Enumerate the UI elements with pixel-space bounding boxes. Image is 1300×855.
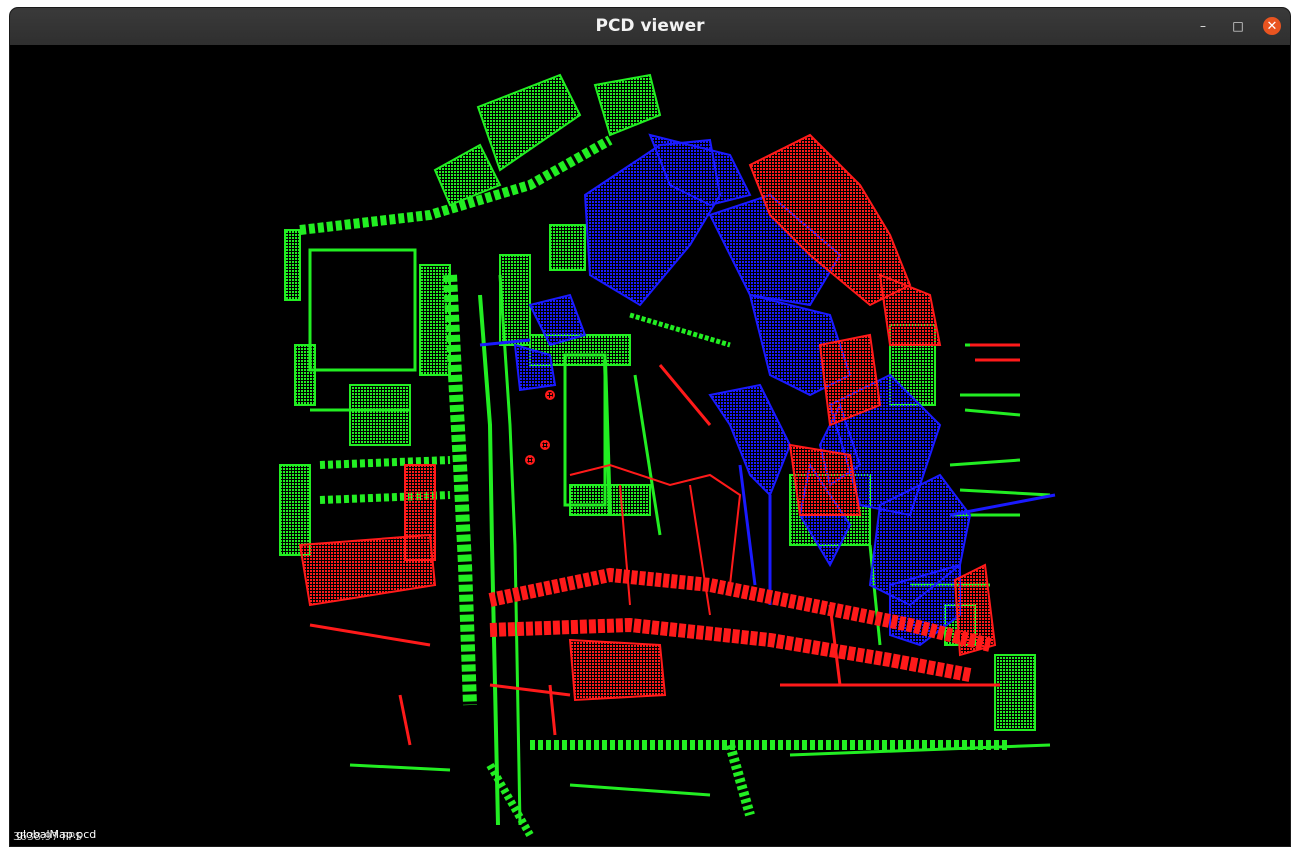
maximize-icon: □ xyxy=(1232,19,1244,33)
point-cloud-render xyxy=(279,73,1056,837)
close-button[interactable]: ✕ xyxy=(1263,17,1281,35)
filename-label: globalMap.pcd xyxy=(16,828,97,841)
title-bar[interactable]: PCD viewer – □ ✕ xyxy=(10,8,1290,46)
maximize-button[interactable]: □ xyxy=(1229,17,1247,35)
minimize-icon: – xyxy=(1200,19,1206,33)
pcd-viewer-window: PCD viewer – □ ✕ 3638.97 FPS globalMap.p… xyxy=(10,8,1290,846)
point-cloud-viewport[interactable]: 3638.97 FPS globalMap.pcd xyxy=(10,45,1290,846)
minimize-button[interactable]: – xyxy=(1194,17,1212,35)
window-title: PCD viewer xyxy=(595,16,705,36)
close-icon: ✕ xyxy=(1266,18,1278,34)
